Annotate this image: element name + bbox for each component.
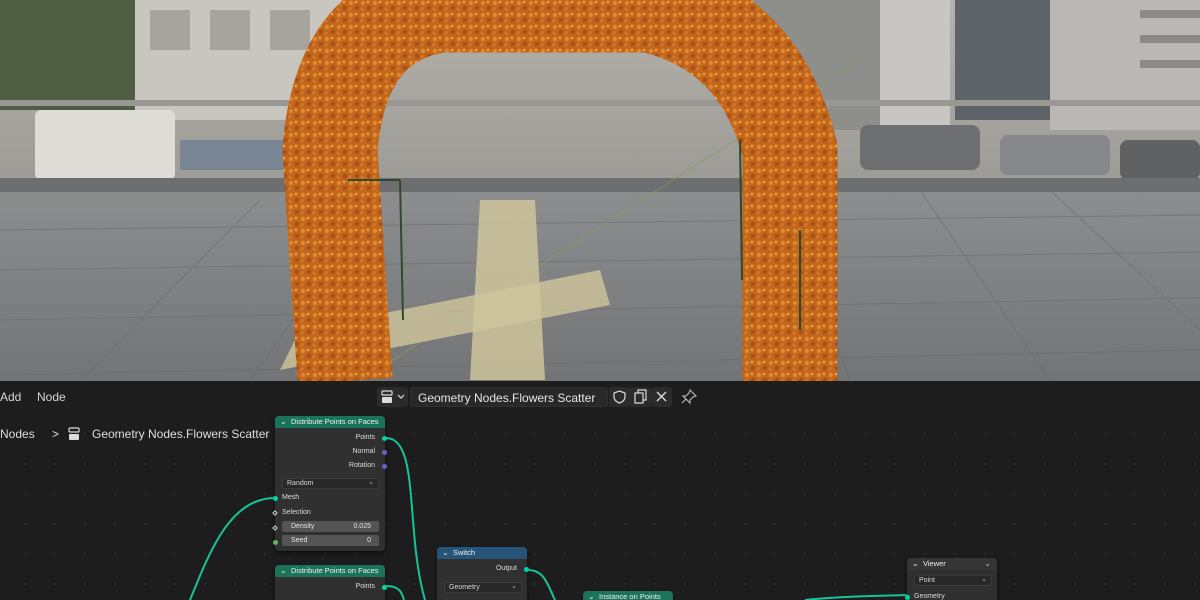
switch-type-dropdown[interactable]: Geometry ⌄ xyxy=(444,582,522,593)
input-geometry-label: Geometry xyxy=(914,593,945,600)
output-rotation-socket[interactable] xyxy=(382,464,387,469)
viewer-domain-value: Point xyxy=(919,577,935,584)
output-output-socket[interactable] xyxy=(524,567,529,572)
viewport-render xyxy=(0,0,1200,381)
link-switch-to-instance xyxy=(527,569,556,600)
duplicate-button[interactable] xyxy=(630,387,651,407)
density-value: 0.025 xyxy=(353,523,371,530)
output-output-label: Output xyxy=(495,565,517,572)
output-points-socket[interactable] xyxy=(382,436,387,441)
seed-field[interactable]: Seed 0 xyxy=(282,535,379,546)
node-title: Distribute Points on Faces xyxy=(291,417,379,426)
node-header[interactable]: ⌄ Distribute Points on Faces xyxy=(275,416,385,428)
menu-add[interactable]: Add xyxy=(0,390,21,404)
collapse-chevron-icon[interactable]: ⌄ xyxy=(442,547,449,559)
chevron-down-icon xyxy=(397,394,405,399)
output-points-label: Points xyxy=(355,434,375,441)
input-seed-socket[interactable] xyxy=(273,540,278,545)
seed-value: 0 xyxy=(367,537,371,544)
collapse-chevron-icon[interactable]: ⌄ xyxy=(280,416,287,428)
node-switch[interactable]: ⌄ Switch Output Geometry ⌄ xyxy=(437,547,529,600)
distribute-method-dropdown[interactable]: Random ⌄ xyxy=(282,478,379,489)
viewer-domain-dropdown[interactable]: Point ⌄ xyxy=(914,575,992,586)
fake-user-button[interactable] xyxy=(609,387,630,407)
input-mesh-socket[interactable] xyxy=(273,496,278,501)
chevron-down-icon[interactable]: ⌄ xyxy=(984,558,991,570)
node-title: Distribute Points on Faces xyxy=(291,566,379,575)
input-geometry-socket[interactable] xyxy=(905,595,910,600)
node-instance-on-points[interactable]: ⌄ Instance on Points xyxy=(583,591,673,600)
input-mesh-label: Mesh xyxy=(282,494,300,501)
3d-viewport[interactable] xyxy=(0,0,1200,381)
link-input-to-mesh xyxy=(189,497,276,600)
node-tree-name-field[interactable]: Geometry Nodes.Flowers Scatter xyxy=(410,387,608,407)
output-normal-socket[interactable] xyxy=(382,450,387,455)
input-selection-label: Selection xyxy=(282,509,311,516)
node-header[interactable]: ⌄ Instance on Points xyxy=(583,591,673,600)
node-title: Viewer xyxy=(923,559,946,568)
editor-header: Add Node Geometry Nodes.Flowers Scatter xyxy=(0,381,1200,413)
output-points-socket[interactable] xyxy=(382,585,387,590)
chevron-down-icon: ⌄ xyxy=(981,575,987,583)
seed-label: Seed xyxy=(291,537,308,544)
collapse-chevron-icon[interactable]: ⌄ xyxy=(588,591,595,600)
distribute-method-value: Random xyxy=(287,480,314,487)
switch-type-value: Geometry xyxy=(449,584,480,591)
output-normal-label: Normal xyxy=(352,448,375,455)
fake-user-shield-icon xyxy=(613,390,626,404)
node-distribute-points-on-faces-2[interactable]: ⌄ Distribute Points on Faces Points xyxy=(275,565,387,600)
node-tree-type-button[interactable] xyxy=(377,387,408,407)
node-distribute-points-on-faces[interactable]: ⌄ Distribute Points on Faces Points Norm… xyxy=(272,416,387,551)
node-header[interactable]: ⌄ Distribute Points on Faces xyxy=(275,565,385,577)
node-header[interactable]: ⌄ Switch xyxy=(437,547,527,559)
breadcrumb-separator: > xyxy=(52,427,60,441)
node-editor[interactable]: Add Node Geometry Nodes.Flowers Scatter xyxy=(0,381,1200,600)
output-rotation-label: Rotation xyxy=(348,462,375,469)
collapse-chevron-icon[interactable]: ⌄ xyxy=(280,565,287,577)
duplicate-icon xyxy=(634,389,647,404)
node-links xyxy=(189,437,908,600)
density-field[interactable]: Density 0.025 xyxy=(282,521,379,532)
link-instance-to-viewer xyxy=(804,594,908,600)
node-title: Switch xyxy=(453,548,476,557)
density-label: Density xyxy=(291,523,315,530)
node-tree-name: Geometry Nodes.Flowers Scatter xyxy=(418,391,596,405)
pin-icon xyxy=(681,388,698,405)
breadcrumb-current[interactable]: Geometry Nodes.Flowers Scatter xyxy=(92,427,269,441)
node-tree-icon xyxy=(68,427,80,440)
link-distribute2-to-switch xyxy=(385,585,405,600)
breadcrumb-root[interactable]: Nodes xyxy=(0,427,35,441)
node-title: Instance on Points xyxy=(599,592,661,600)
pin-button[interactable] xyxy=(678,387,699,407)
node-viewer[interactable]: ⌄ Viewer ⌄ Point ⌄ Geometry xyxy=(905,558,997,600)
unlink-button[interactable] xyxy=(651,387,672,407)
chevron-down-icon: ⌄ xyxy=(368,478,374,486)
node-tree-icon xyxy=(381,390,405,403)
chevron-down-icon: ⌄ xyxy=(511,582,517,590)
link-distribute1-to-switch xyxy=(385,437,426,600)
node-header[interactable]: ⌄ Viewer ⌄ xyxy=(907,558,997,570)
collapse-chevron-icon[interactable]: ⌄ xyxy=(912,558,919,570)
menu-node[interactable]: Node xyxy=(37,390,66,404)
close-icon xyxy=(656,391,667,402)
output-points-label: Points xyxy=(355,583,375,590)
